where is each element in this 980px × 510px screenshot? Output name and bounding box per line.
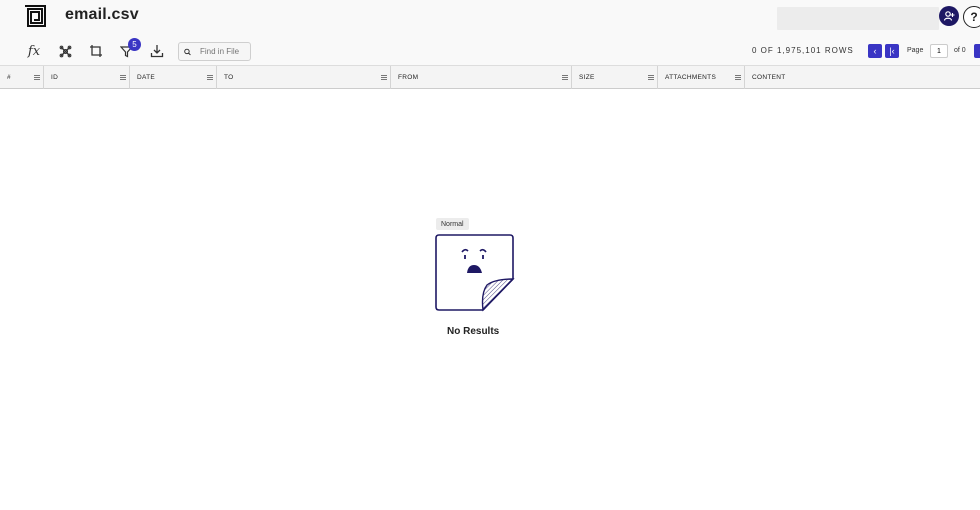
top-bar: email.csv ? fx 5 Find in File 0 OF 1,975…: [0, 0, 980, 65]
column-label: FROM: [398, 74, 419, 81]
column-label: ID: [51, 74, 59, 81]
next-page-button[interactable]: ›: [974, 44, 980, 58]
pivot-icon[interactable]: [57, 43, 73, 59]
column-menu-icon[interactable]: [381, 75, 387, 80]
top-search-field[interactable]: [777, 7, 939, 30]
column-label: CONTENT: [752, 74, 786, 81]
fx-icon[interactable]: fx: [26, 43, 42, 59]
column-menu-icon[interactable]: [648, 75, 654, 80]
filter-count-badge: 5: [128, 38, 141, 51]
column-label: DATE: [137, 74, 156, 81]
frame-icon[interactable]: [88, 43, 104, 59]
column-header[interactable]: FROM: [391, 66, 572, 89]
page-total: of 0: [954, 47, 966, 54]
download-icon[interactable]: [149, 43, 165, 59]
help-button[interactable]: ?: [963, 6, 980, 28]
frame-glyph: [90, 45, 102, 57]
add-user-icon: [943, 11, 955, 21]
row-count: 0 OF 1,975,101 ROWS: [752, 46, 854, 55]
first-page-button[interactable]: |‹: [885, 44, 899, 58]
column-label: #: [7, 74, 11, 81]
prev-page-button[interactable]: ‹: [868, 44, 882, 58]
column-label: SIZE: [579, 74, 595, 81]
find-input[interactable]: [200, 47, 250, 56]
page-label: Page: [907, 47, 924, 54]
table-header: # ID DATE TO FROM SIZE ATTACHMENTS CONTE…: [0, 65, 980, 89]
column-menu-icon[interactable]: [735, 75, 741, 80]
column-label: TO: [224, 74, 234, 81]
no-results-message: No Results: [447, 326, 500, 337]
pivot-glyph: [59, 45, 71, 57]
column-header[interactable]: ATTACHMENTS: [658, 66, 745, 89]
column-menu-icon[interactable]: [34, 75, 40, 80]
column-header[interactable]: TO: [217, 66, 391, 89]
chevron-left-icon: ‹: [873, 46, 877, 56]
column-header[interactable]: SIZE: [572, 66, 658, 89]
page-number-input[interactable]: [930, 44, 948, 58]
find-in-file[interactable]: [178, 42, 251, 61]
column-header[interactable]: DATE: [130, 66, 217, 89]
column-header[interactable]: CONTENT: [745, 66, 980, 89]
column-menu-icon[interactable]: [207, 75, 213, 80]
sad-note-icon: [435, 234, 515, 312]
search-icon: [184, 48, 191, 55]
column-label: ATTACHMENTS: [665, 74, 717, 81]
square-spiral-logo-icon[interactable]: [24, 5, 46, 27]
column-menu-icon[interactable]: [562, 75, 568, 80]
file-title: email.csv: [65, 6, 139, 23]
download-glyph: [150, 45, 164, 58]
status-tooltip: Normal: [436, 218, 469, 230]
column-header[interactable]: ID: [44, 66, 130, 89]
add-user-button[interactable]: [939, 6, 959, 26]
column-menu-icon[interactable]: [120, 75, 126, 80]
column-header[interactable]: #: [0, 66, 44, 89]
first-page-icon: |‹: [889, 46, 895, 56]
